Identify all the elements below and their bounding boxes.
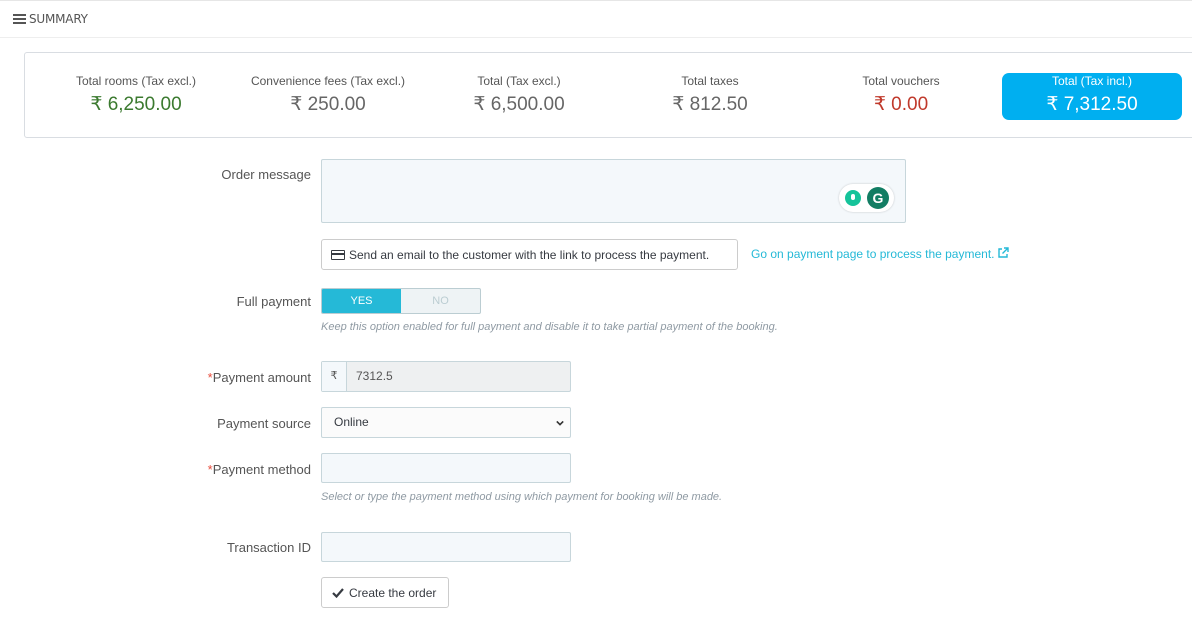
total-vouchers-kpi: Total vouchers ₹ 0.00 bbox=[801, 53, 1001, 137]
chevron-down-icon bbox=[556, 420, 564, 426]
total-rooms-kpi: Total rooms (Tax excl.) ₹ 6,250.00 bbox=[36, 53, 236, 137]
grammarly-icon[interactable]: G bbox=[867, 187, 889, 209]
payment-page-link[interactable]: Go on payment page to process the paymen… bbox=[751, 247, 1010, 261]
kpi-value: ₹ 7,312.50 bbox=[1046, 94, 1138, 115]
full-payment-help: Keep this option enabled for full paymen… bbox=[321, 321, 778, 333]
summary-totals: Total rooms (Tax excl.) ₹ 6,250.00 Conve… bbox=[24, 52, 1192, 138]
checkmark-icon bbox=[332, 588, 344, 598]
kpi-label: Total (Tax incl.) bbox=[1051, 74, 1133, 88]
total-tax-incl-kpi: Total (Tax incl.) ₹ 7,312.50 bbox=[1002, 73, 1182, 120]
payment-method-label: *Payment method bbox=[208, 462, 311, 477]
payment-page-link-label: Go on payment page to process the paymen… bbox=[751, 247, 995, 261]
order-message-label: Order message bbox=[221, 167, 311, 182]
total-taxes-kpi: Total taxes ₹ 812.50 bbox=[610, 53, 810, 137]
kpi-label: Total rooms (Tax excl.) bbox=[75, 74, 197, 88]
total-tax-excl-kpi: Total (Tax excl.) ₹ 6,500.00 bbox=[419, 53, 619, 137]
payment-source-value: Online bbox=[334, 415, 369, 429]
kpi-value: ₹ 812.50 bbox=[672, 94, 748, 115]
kpi-value: ₹ 6,500.00 bbox=[473, 94, 565, 115]
toggle-yes[interactable]: YES bbox=[322, 289, 401, 313]
toggle-no[interactable]: NO bbox=[401, 289, 480, 313]
order-message-textarea[interactable] bbox=[321, 159, 906, 223]
kpi-value: ₹ 6,250.00 bbox=[90, 94, 182, 115]
external-link-icon bbox=[998, 247, 1010, 258]
kpi-label: Convenience fees (Tax excl.) bbox=[250, 74, 406, 88]
kpi-label: Total taxes bbox=[681, 74, 739, 88]
currency-addon: ₹ bbox=[322, 362, 347, 391]
grammarly-widget[interactable]: G bbox=[839, 184, 894, 212]
payment-source-label: Payment source bbox=[217, 416, 311, 431]
transaction-id-input[interactable] bbox=[321, 532, 571, 562]
create-order-label: Create the order bbox=[349, 585, 437, 600]
payment-source-select[interactable]: Online bbox=[321, 407, 571, 438]
payment-method-label-text: Payment method bbox=[212, 462, 311, 477]
payment-amount-input-group: ₹ 7312.5 bbox=[321, 361, 571, 392]
kpi-label: Total vouchers bbox=[862, 74, 940, 88]
kpi-value: ₹ 0.00 bbox=[873, 94, 929, 115]
panel-heading: SUMMARY bbox=[0, 0, 1192, 38]
kpi-label: Total (Tax excl.) bbox=[477, 74, 561, 88]
convenience-fees-kpi: Convenience fees (Tax excl.) ₹ 250.00 bbox=[228, 53, 428, 137]
send-email-label: Send an email to the customer with the l… bbox=[349, 247, 710, 262]
payment-amount-label-text: Payment amount bbox=[212, 370, 311, 385]
payment-method-input[interactable] bbox=[321, 453, 571, 483]
payment-method-help: Select or type the payment method using … bbox=[321, 491, 723, 503]
full-payment-toggle[interactable]: YES NO bbox=[321, 288, 481, 314]
create-order-button[interactable]: Create the order bbox=[321, 577, 449, 608]
payment-amount-field[interactable]: 7312.5 bbox=[347, 362, 570, 391]
credit-card-icon bbox=[331, 249, 345, 260]
lightbulb-icon[interactable] bbox=[845, 190, 861, 206]
payment-amount-label: *Payment amount bbox=[208, 370, 311, 385]
transaction-id-label: Transaction ID bbox=[226, 540, 311, 555]
list-icon bbox=[13, 14, 26, 24]
send-email-button[interactable]: Send an email to the customer with the l… bbox=[321, 239, 738, 270]
kpi-value: ₹ 250.00 bbox=[290, 94, 366, 115]
panel-title: SUMMARY bbox=[29, 12, 88, 26]
full-payment-label: Full payment bbox=[236, 294, 311, 309]
